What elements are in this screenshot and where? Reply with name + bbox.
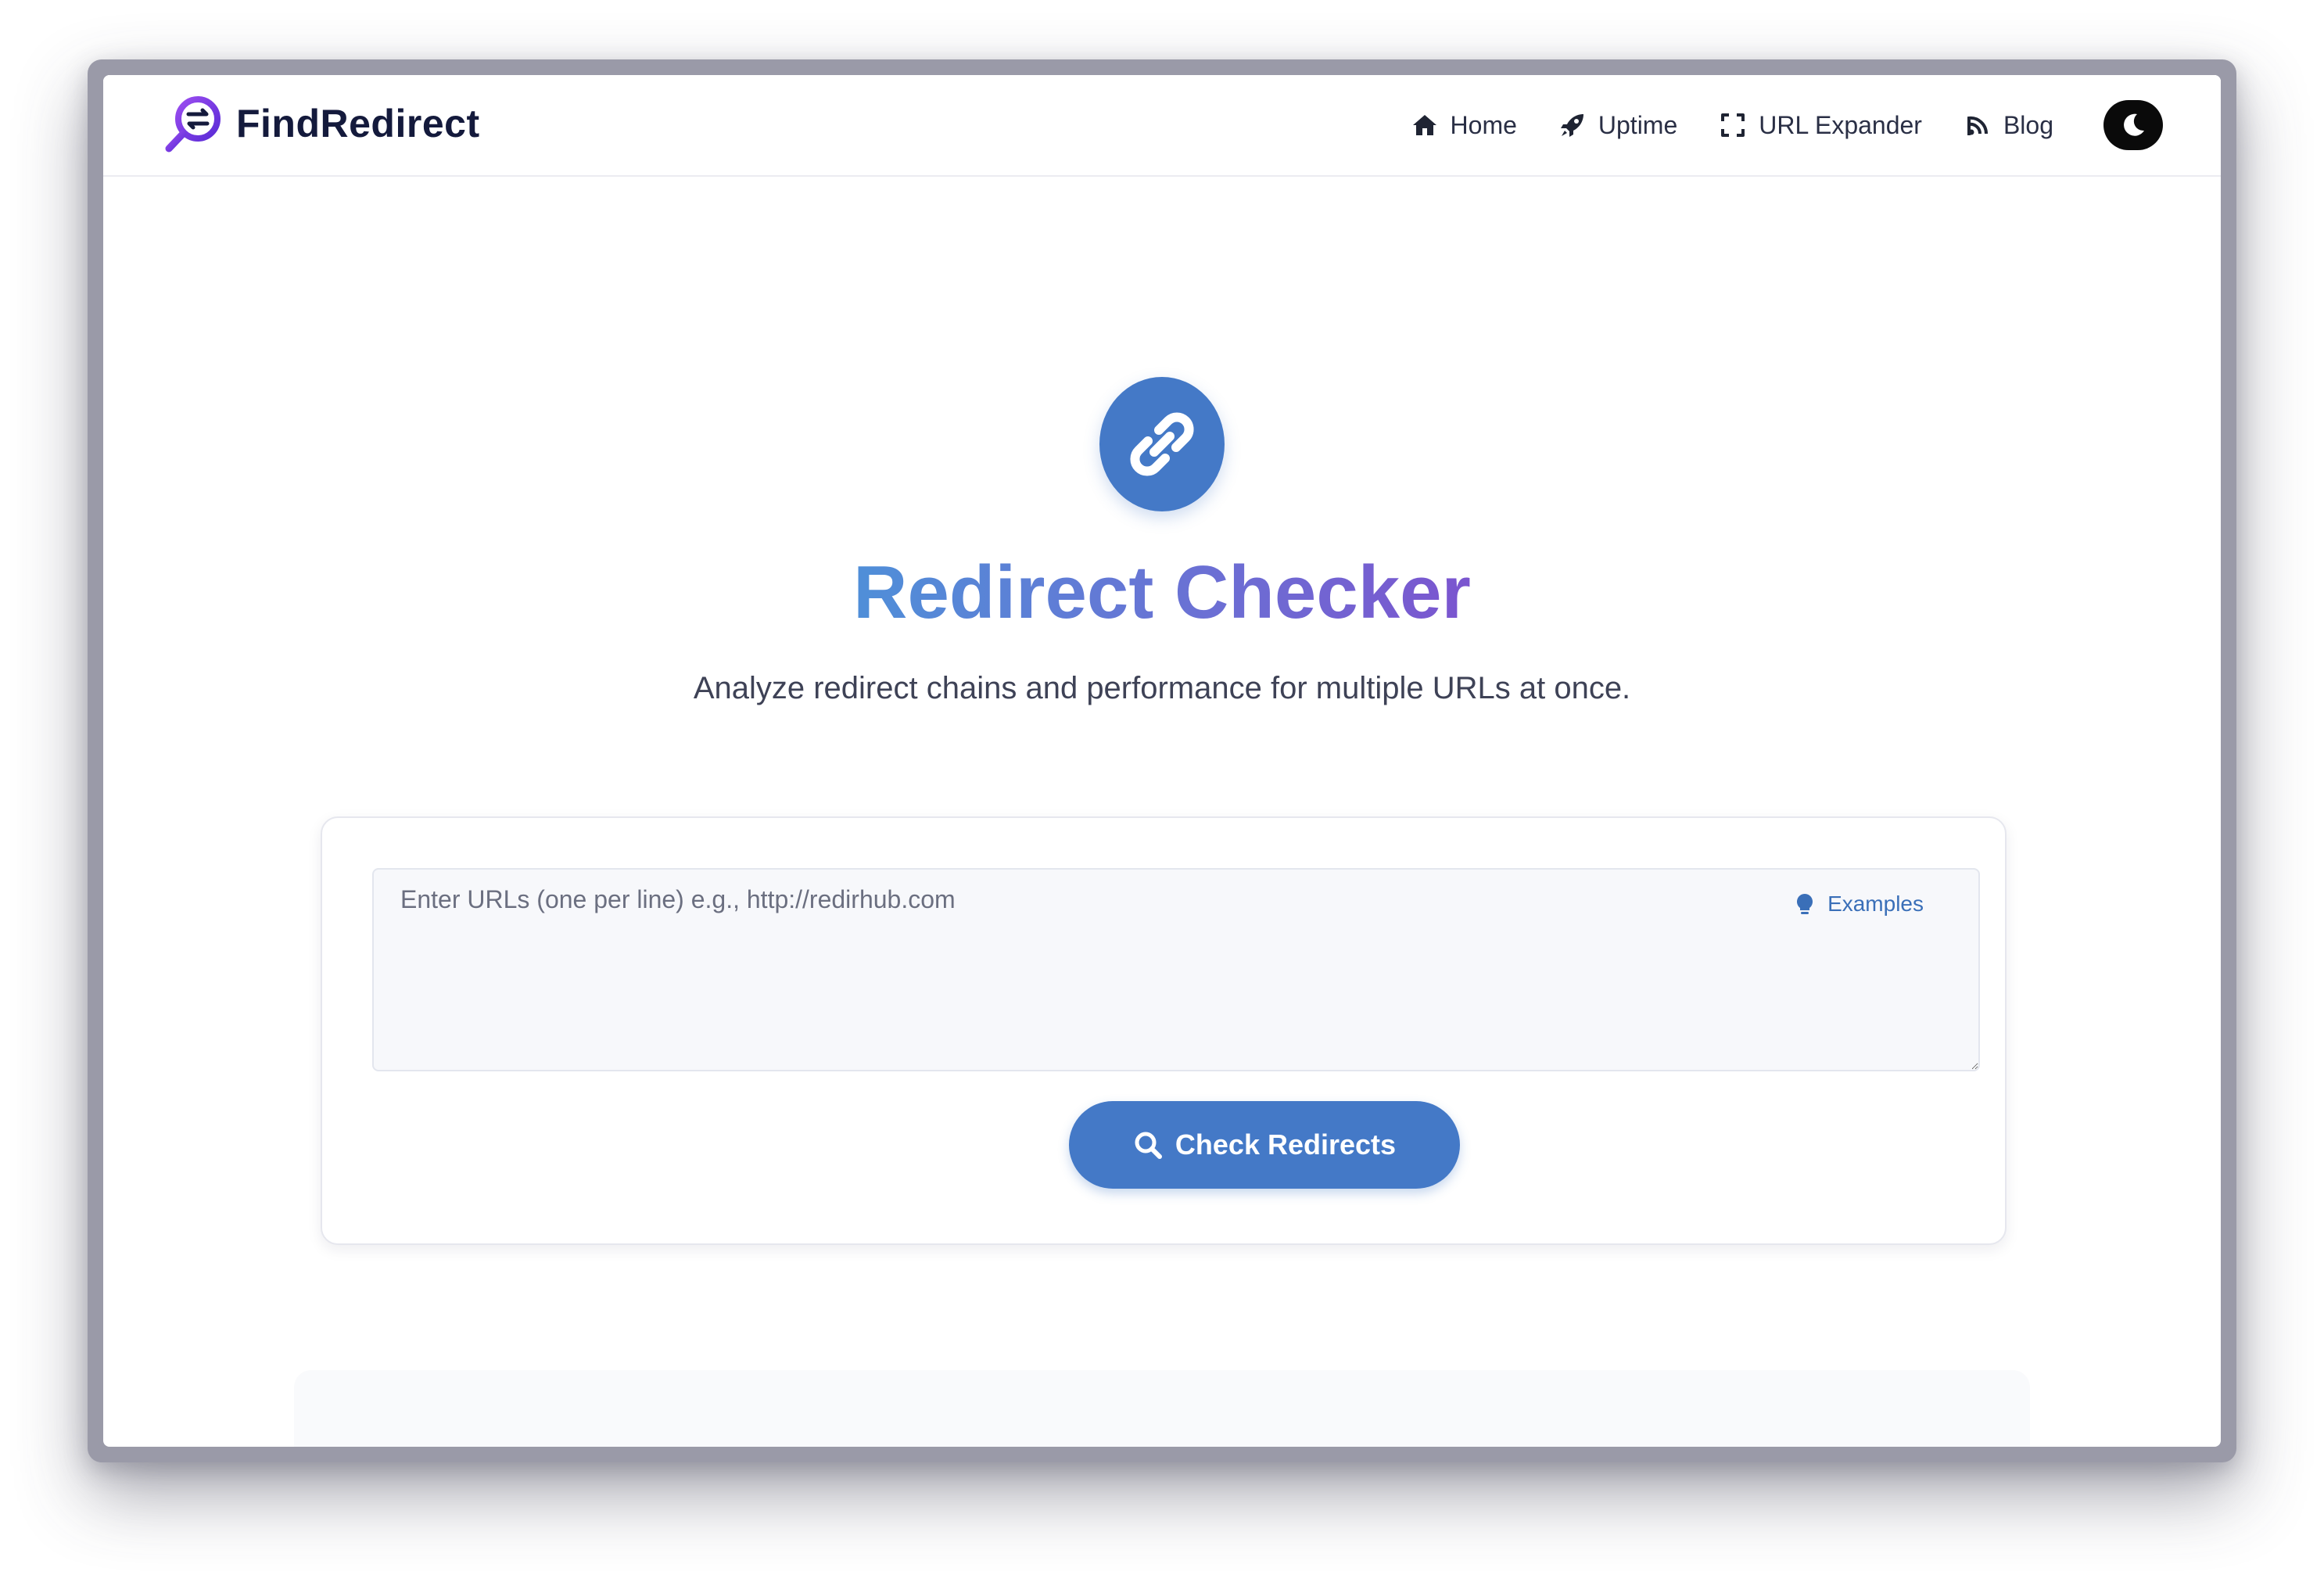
nav-item-home[interactable]: Home [1411, 111, 1517, 140]
nav-item-uptime[interactable]: Uptime [1559, 111, 1677, 140]
page-title: Redirect Checker [103, 546, 2221, 640]
app-window: FindRedirect Home Uptime URL Expander Bl… [103, 75, 2221, 1447]
page-subtitle: Analyze redirect chains and performance … [693, 671, 1631, 705]
nav-item-blog[interactable]: Blog [1964, 111, 2053, 140]
expand-icon [1721, 113, 1745, 137]
check-redirects-button[interactable]: Check Redirects [1069, 1101, 1460, 1189]
examples-label: Examples [1827, 892, 1924, 916]
link-icon [1130, 412, 1194, 476]
nav-item-label: Home [1450, 110, 1517, 139]
theme-toggle-button[interactable] [2103, 100, 2163, 150]
nav-item-url-expander[interactable]: URL Expander [1720, 111, 1922, 140]
nav-links: Home Uptime URL Expander Blog [1369, 102, 2053, 149]
page-title-text: Redirect Checker [853, 551, 1471, 634]
nav-item-label: Blog [2003, 110, 2053, 139]
nav-item-label: URL Expander [1759, 110, 1922, 139]
lightbulb-icon [1797, 894, 1813, 914]
brand-link[interactable]: FindRedirect [163, 92, 480, 155]
hero-badge [1099, 377, 1225, 511]
magnifier-arrows-logo-icon [165, 96, 221, 152]
browser-frame: FindRedirect Home Uptime URL Expander Bl… [88, 59, 2236, 1462]
results-panel [294, 1370, 2030, 1447]
rocket-icon [1560, 114, 1583, 137]
url-check-card: Examples Check Redirects [321, 816, 2007, 1245]
examples-button[interactable]: Examples [1795, 892, 1924, 917]
moon-icon [2124, 113, 2144, 136]
nav-item-label: Uptime [1598, 110, 1678, 139]
url-input[interactable] [372, 868, 1980, 1071]
feed-icon [1967, 116, 1988, 135]
top-navbar: FindRedirect Home Uptime URL Expander Bl… [103, 75, 2221, 177]
brand-name: FindRedirect [236, 102, 480, 145]
check-redirects-label: Check Redirects [1175, 1128, 1397, 1161]
search-icon [1135, 1132, 1162, 1159]
home-icon [1412, 115, 1436, 135]
